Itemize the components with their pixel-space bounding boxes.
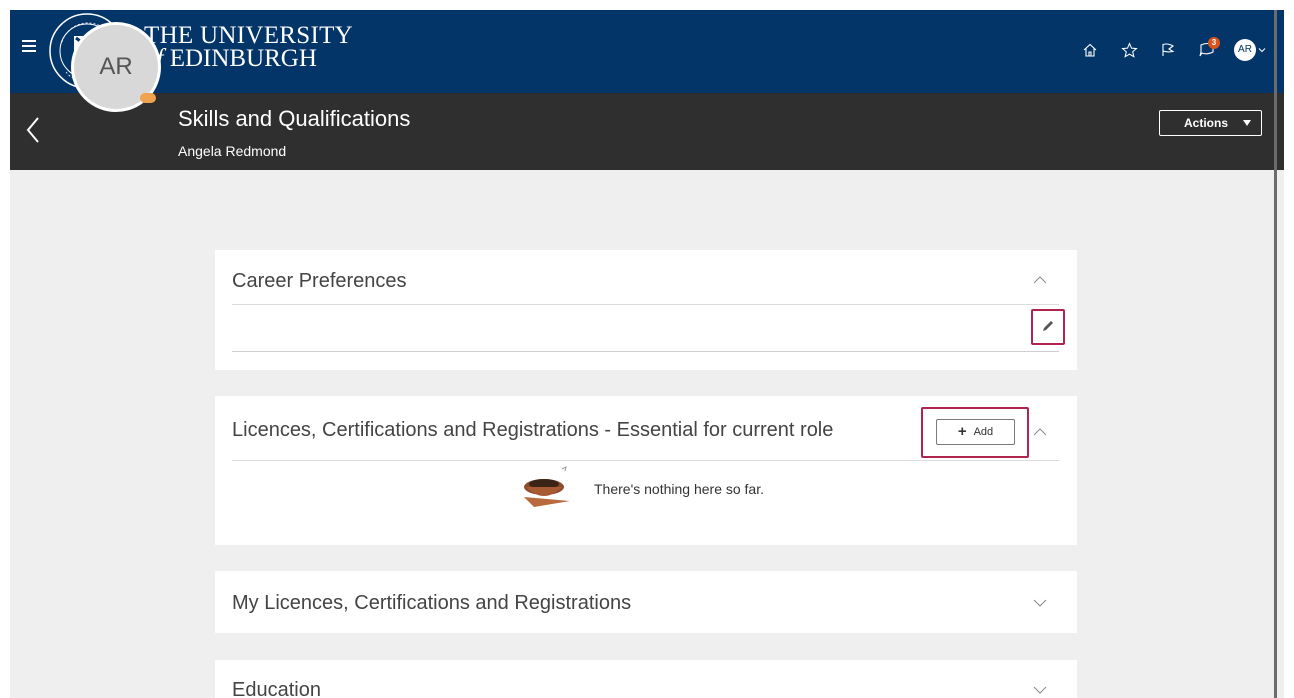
section-divider <box>232 304 1059 305</box>
licences-essential-section: Licences, Certifications and Registratio… <box>215 396 1077 545</box>
chevron-down-icon[interactable] <box>1032 685 1048 695</box>
global-toolbar: 3 AR <box>1063 36 1266 64</box>
back-button[interactable] <box>24 115 42 145</box>
university-header: THE UNIVERSITY of EDINBURGH 3 AR <box>10 10 1284 93</box>
actions-button[interactable]: Actions <box>1159 110 1262 136</box>
chevron-up-icon[interactable] <box>1032 275 1048 285</box>
add-label: Add <box>973 426 994 438</box>
menu-icon[interactable] <box>22 40 36 54</box>
my-licences-section[interactable]: My Licences, Certifications and Registra… <box>215 571 1077 633</box>
empty-nest-icon <box>524 466 570 507</box>
education-section[interactable]: Education <box>215 660 1077 698</box>
user-avatar: AR <box>1234 39 1256 61</box>
page-title: Skills and Qualifications <box>178 106 411 131</box>
page-header: Skills and Qualifications Angela Redmond <box>10 93 1284 170</box>
chevron-up-icon[interactable] <box>1032 427 1048 437</box>
window-edge <box>1274 10 1277 698</box>
section-divider <box>232 460 1059 461</box>
chevron-down-icon <box>1258 48 1266 53</box>
chevron-down-icon[interactable] <box>1032 598 1048 608</box>
plus-icon: + <box>957 423 967 440</box>
notification-count-badge: 3 <box>1208 37 1220 49</box>
avatar-more-badge[interactable] <box>140 93 156 103</box>
university-name-line1: THE UNIVERSITY <box>144 22 354 49</box>
chevron-left-icon <box>26 117 39 143</box>
university-name-line2: of EDINBURGH <box>144 45 353 72</box>
university-name-edinburgh: EDINBURGH <box>169 45 317 72</box>
section-title: My Licences, Certifications and Registra… <box>232 592 632 614</box>
star-icon[interactable] <box>1117 38 1141 62</box>
section-divider <box>232 351 1059 352</box>
app-window: THE UNIVERSITY of EDINBURGH 3 AR <box>10 10 1284 698</box>
empty-state: There's nothing here so far. <box>520 465 764 513</box>
empty-state-text: There's nothing here so far. <box>594 481 764 497</box>
career-preferences-section: Career Preferences <box>215 250 1077 370</box>
home-icon[interactable] <box>1078 38 1102 62</box>
notifications-icon[interactable]: 3 <box>1195 37 1220 62</box>
university-name[interactable]: THE UNIVERSITY of EDINBURGH <box>144 22 354 72</box>
edit-pencil-icon[interactable] <box>1040 318 1056 334</box>
actions-label: Actions <box>1184 116 1229 130</box>
user-menu[interactable]: AR <box>1234 39 1266 61</box>
section-title: Licences, Certifications and Registratio… <box>232 419 834 441</box>
section-title: Education <box>232 679 321 698</box>
caret-down-icon <box>1243 120 1251 126</box>
flag-icon[interactable] <box>1156 38 1180 62</box>
add-button[interactable]: + Add <box>936 419 1015 445</box>
person-name: Angela Redmond <box>178 143 287 159</box>
section-title: Career Preferences <box>232 270 407 292</box>
